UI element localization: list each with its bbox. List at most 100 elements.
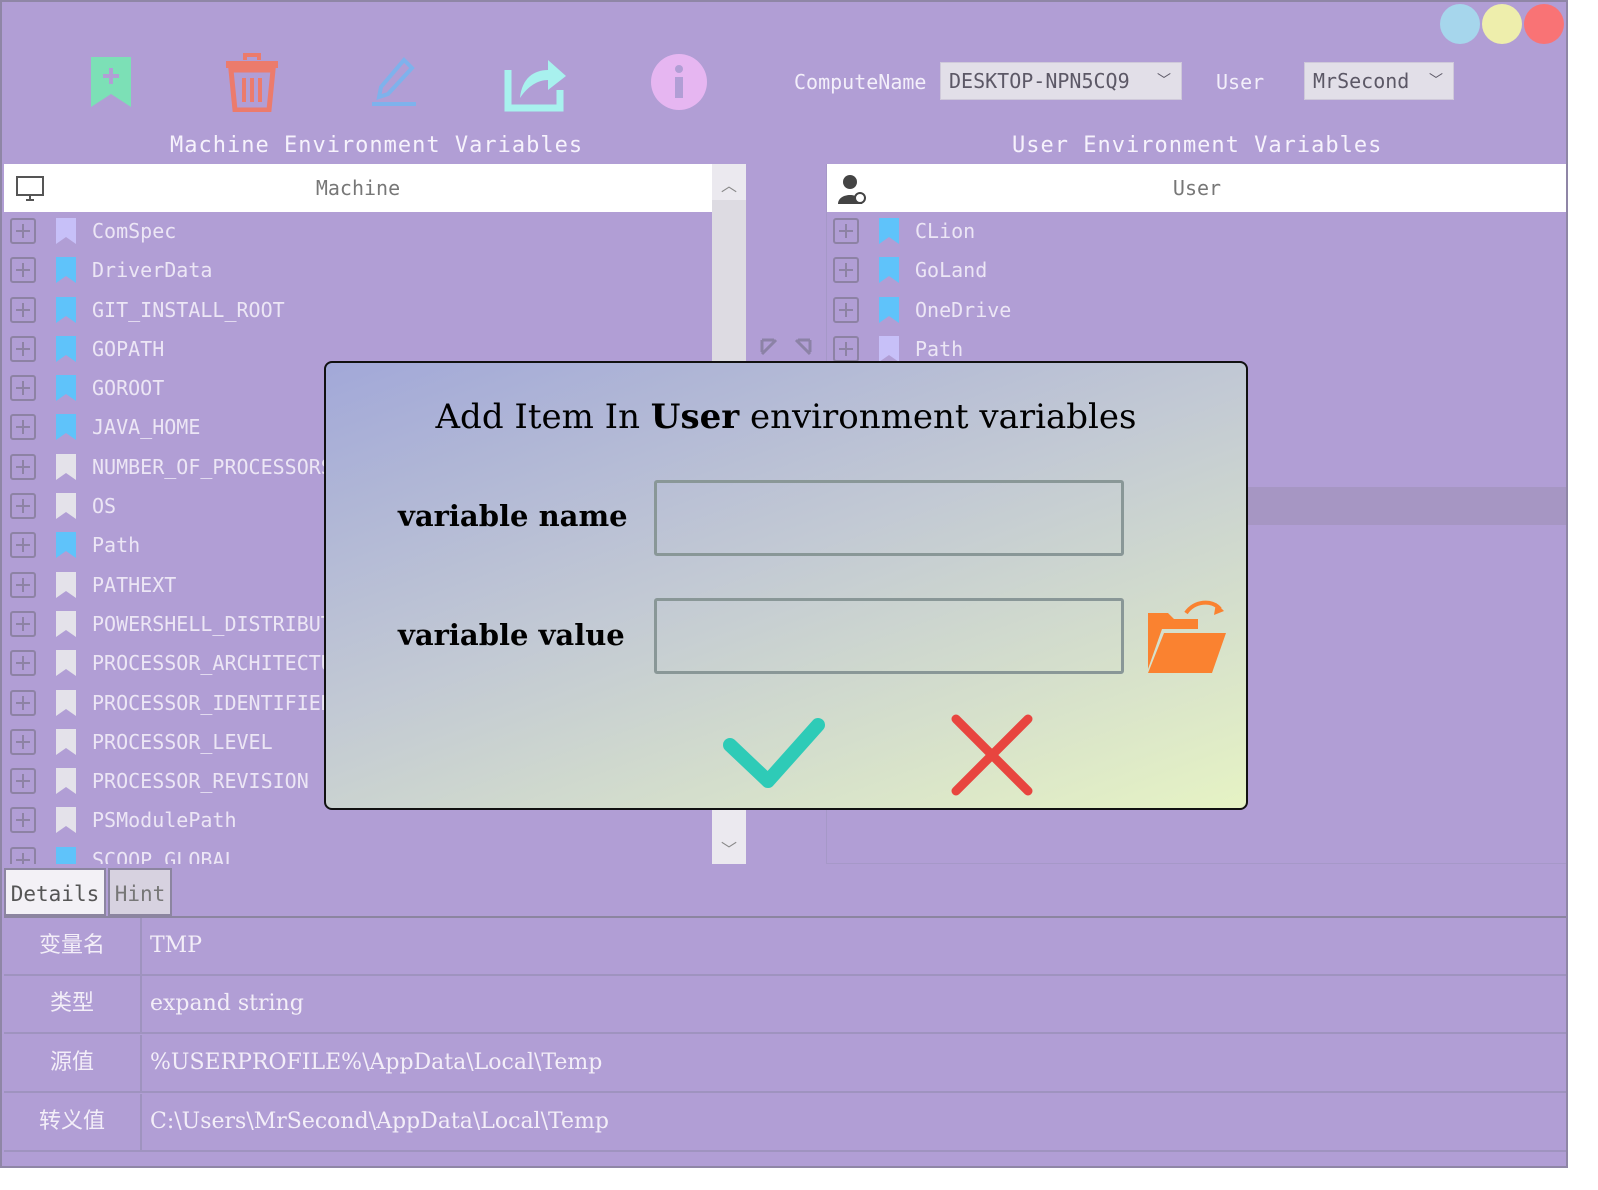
user-select[interactable]: MrSecond ﹀ xyxy=(1304,62,1454,100)
expand-plus-icon[interactable] xyxy=(10,728,36,755)
cancel-x-icon[interactable] xyxy=(948,711,1036,799)
tree-item-label: PROCESSOR_REVISION xyxy=(92,769,309,794)
details-key: 类型 xyxy=(4,976,142,1032)
details-value: expand string xyxy=(150,991,304,1016)
share-icon xyxy=(504,60,566,112)
tree-item-label: GOPATH xyxy=(92,336,165,361)
tree-item-label: PROCESSOR_IDENTIFIER xyxy=(92,690,333,715)
expand-plus-icon[interactable] xyxy=(10,218,36,244)
add-bookmark-button[interactable] xyxy=(88,54,134,114)
details-value: C:\Users\MrSecond\AppData\Local\Temp xyxy=(150,1109,609,1134)
bookmark-icon xyxy=(56,375,76,402)
export-button[interactable] xyxy=(504,50,568,118)
tree-item-label: GIT_INSTALL_ROOT xyxy=(92,297,285,322)
chevron-down-icon: ﹀ xyxy=(1157,73,1171,89)
compute-name-label: ComputeName xyxy=(794,70,927,94)
scroll-down-icon[interactable]: ﹀ xyxy=(712,836,746,860)
machine-tree-header[interactable]: Machine xyxy=(4,164,712,212)
variable-name-input[interactable] xyxy=(654,480,1124,556)
expand-plus-icon[interactable] xyxy=(10,650,36,677)
expand-plus-icon[interactable] xyxy=(10,846,36,864)
tree-item-label: GoLand xyxy=(915,258,988,283)
bookmark-icon xyxy=(56,335,76,362)
expand-plus-icon[interactable] xyxy=(10,493,36,520)
user-value: MrSecond xyxy=(1313,69,1410,93)
bookmark-icon xyxy=(879,335,899,362)
details-key: 源值 xyxy=(4,1035,142,1091)
bookmark-icon xyxy=(879,218,899,244)
variable-value-input[interactable] xyxy=(654,598,1124,674)
tree-item[interactable]: ComSpec xyxy=(4,212,712,251)
expand-plus-icon[interactable] xyxy=(833,296,859,323)
bookmark-icon xyxy=(56,807,76,834)
add-item-dialog: Add Item In User environment variables v… xyxy=(324,361,1248,810)
dialog-title-suffix: environment variables xyxy=(749,397,1137,437)
user-label: User xyxy=(1216,70,1265,94)
info-icon xyxy=(651,54,707,110)
details-row: 变量名 TMP xyxy=(4,918,1566,976)
bookmark-icon xyxy=(56,689,76,716)
tree-item-label: PSModulePath xyxy=(92,808,237,833)
user-tree-header[interactable]: User xyxy=(827,164,1566,212)
scroll-up-icon[interactable]: ︿ xyxy=(712,172,746,196)
pencil-icon xyxy=(372,57,416,106)
bookmark-icon xyxy=(56,571,76,598)
expand-plus-icon[interactable] xyxy=(10,571,36,598)
expand-plus-icon[interactable] xyxy=(10,532,36,559)
bookmark-icon xyxy=(56,532,76,559)
tree-item-label: OneDrive xyxy=(915,297,1012,322)
expand-plus-icon[interactable] xyxy=(10,610,36,637)
expand-plus-icon[interactable] xyxy=(10,807,36,834)
confirm-check-icon[interactable] xyxy=(722,713,826,793)
swap-arrows-icon[interactable] xyxy=(758,334,814,360)
bookmark-add-icon xyxy=(91,57,131,107)
user-section-title: User Environment Variables xyxy=(1012,133,1383,158)
bookmark-icon xyxy=(879,296,899,323)
expand-plus-icon[interactable] xyxy=(833,218,859,244)
maximize-control[interactable] xyxy=(1482,4,1522,44)
expand-plus-icon[interactable] xyxy=(833,257,859,284)
expand-plus-icon[interactable] xyxy=(833,335,859,362)
dialog-title-scope: User xyxy=(650,397,740,437)
trash-icon xyxy=(226,53,278,113)
variable-value-label: variable value xyxy=(398,618,625,652)
expand-plus-icon[interactable] xyxy=(10,296,36,323)
expand-plus-icon[interactable] xyxy=(10,453,36,480)
bookmark-icon xyxy=(56,768,76,795)
delete-button[interactable] xyxy=(224,52,280,116)
tree-item-label: CLion xyxy=(915,219,976,243)
tree-item[interactable]: GoLand xyxy=(827,251,1566,290)
tree-item[interactable]: DriverData xyxy=(4,251,712,290)
tree-item-label: JAVA_HOME xyxy=(92,415,201,440)
tree-item[interactable]: GIT_INSTALL_ROOT xyxy=(4,291,712,330)
monitor-icon xyxy=(16,176,44,201)
tab-details[interactable]: Details xyxy=(4,868,106,916)
variable-name-label: variable name xyxy=(398,499,628,533)
expand-plus-icon[interactable] xyxy=(10,414,36,441)
expand-plus-icon[interactable] xyxy=(10,335,36,362)
info-button[interactable] xyxy=(650,53,708,115)
expand-plus-icon[interactable] xyxy=(10,375,36,402)
details-row: 转义值 C:\Users\MrSecond\AppData\Local\Temp xyxy=(4,1094,1566,1152)
minimize-control[interactable] xyxy=(1440,4,1480,44)
expand-plus-icon[interactable] xyxy=(10,689,36,716)
details-value: %USERPROFILE%\AppData\Local\Temp xyxy=(150,1050,603,1075)
bookmark-icon xyxy=(56,650,76,677)
expand-plus-icon[interactable] xyxy=(10,257,36,284)
folder-open-icon[interactable] xyxy=(1146,599,1228,675)
tree-item[interactable]: SCOOP_GLOBAL xyxy=(4,841,712,864)
tree-item[interactable]: CLion xyxy=(827,212,1566,251)
compute-name-select[interactable]: DESKTOP-NPN5CQ9 ﹀ xyxy=(940,62,1182,100)
tab-hint[interactable]: Hint xyxy=(108,868,172,916)
tree-item-label: NUMBER_OF_PROCESSORS xyxy=(92,454,333,479)
user-header-label: User xyxy=(1172,176,1222,200)
details-table: 变量名 TMP 类型 expand string 源值 %USERPROFILE… xyxy=(4,916,1566,1158)
close-control[interactable] xyxy=(1524,4,1564,44)
tree-item[interactable]: OneDrive xyxy=(827,291,1566,330)
tree-item-label: ComSpec xyxy=(92,219,177,243)
edit-button[interactable] xyxy=(370,56,418,112)
chevron-down-icon: ﹀ xyxy=(1429,73,1443,89)
details-key: 变量名 xyxy=(4,918,142,974)
details-key: 转义值 xyxy=(4,1094,142,1150)
expand-plus-icon[interactable] xyxy=(10,768,36,795)
